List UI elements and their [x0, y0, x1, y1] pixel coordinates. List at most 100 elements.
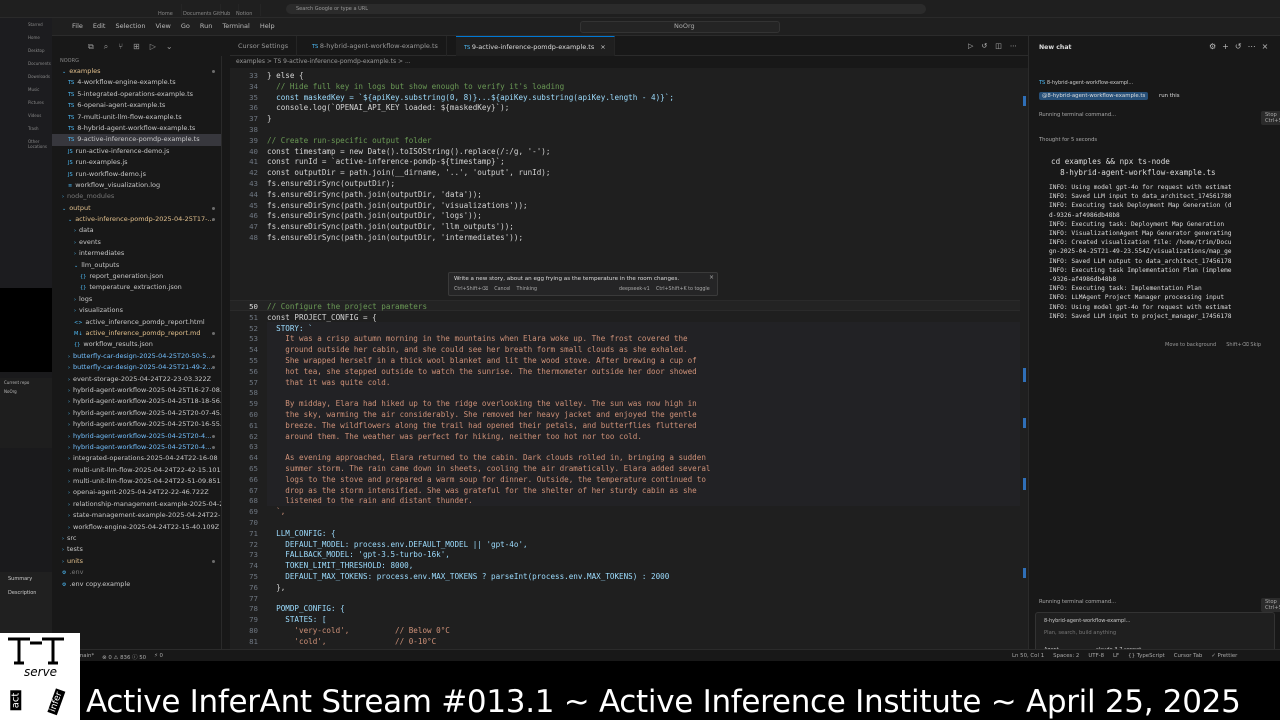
encoding[interactable]: UTF-8: [1088, 653, 1104, 659]
code-line[interactable]: DEFAULT_MODEL: process.env.DEFAULT_MODEL…: [267, 540, 527, 549]
line-number[interactable]: 75: [230, 572, 258, 581]
line-number[interactable]: 53: [230, 334, 258, 343]
tree-item[interactable]: › hybrid-agent-workflow-2025-04-25T20-4..…: [52, 431, 221, 442]
line-number[interactable]: 63: [230, 442, 258, 451]
browser-url-bar[interactable]: Search Google or type a URL: [286, 4, 926, 14]
cursor-position[interactable]: Ln 50, Col 1: [1012, 653, 1044, 659]
tree-item[interactable]: › events: [52, 237, 221, 248]
line-number[interactable]: 70: [230, 518, 258, 527]
line-number[interactable]: 33: [230, 71, 258, 80]
code-line[interactable]: fs.ensureDirSync(path.join(outputDir, 'l…: [267, 222, 514, 231]
tab-hybrid-agent[interactable]: TS 8-hybrid-agent-workflow-example.ts: [304, 36, 447, 56]
line-number[interactable]: 64: [230, 453, 258, 462]
line-number[interactable]: 38: [230, 125, 258, 134]
code-line[interactable]: By midday, Elara had hiked up to the rid…: [267, 399, 696, 408]
code-line[interactable]: ground outside her cabin, and she could …: [267, 345, 687, 354]
history-icon[interactable]: ↺: [981, 42, 987, 50]
search-icon[interactable]: ⌕: [104, 42, 108, 56]
model-selector[interactable]: deepseek-v1: [619, 287, 650, 292]
tree-item[interactable]: TS 6-openai-agent-example.ts: [52, 100, 221, 111]
tree-item[interactable]: ⌄ llm_outputs: [52, 260, 221, 271]
move-to-background-button[interactable]: Move to background: [1165, 342, 1216, 348]
fm-item[interactable]: Documents: [0, 57, 52, 70]
tree-item[interactable]: › tests: [52, 544, 221, 555]
code-line[interactable]: POMDP_CONFIG: {: [267, 604, 345, 613]
tree-item[interactable]: TS 5-integrated-operations-example.ts: [52, 89, 221, 100]
fm-item[interactable]: Home: [0, 31, 52, 44]
tree-item[interactable]: › hybrid-agent-workflow-2025-04-25T18-18-…: [52, 396, 221, 407]
line-number[interactable]: 72: [230, 540, 258, 549]
tree-item[interactable]: › src: [52, 533, 221, 544]
tab-cursor-settings[interactable]: Cursor Settings: [230, 36, 298, 56]
line-number[interactable]: 81: [230, 637, 258, 646]
code-line[interactable]: const timestamp = new Date().toISOString…: [267, 147, 550, 156]
line-number[interactable]: 58: [230, 388, 258, 397]
tree-item[interactable]: JS run-active-inference-demo.js: [52, 146, 221, 157]
tree-item[interactable]: › visualizations: [52, 305, 221, 316]
tree-item[interactable]: <> active_inference_pomdp_report.html: [52, 317, 221, 328]
context-file[interactable]: TS 8-hybrid-agent-workflow-exampl...: [1039, 80, 1133, 86]
code-line[interactable]: that it was quite cold.: [267, 378, 390, 387]
line-number[interactable]: 67: [230, 486, 258, 495]
menu-selection[interactable]: Selection: [115, 22, 145, 30]
tree-item[interactable]: ⚙ .env: [52, 567, 221, 578]
tree-item[interactable]: ⌄ output: [52, 203, 221, 214]
tree-item[interactable]: {} workflow_results.json: [52, 339, 221, 350]
menu-view[interactable]: View: [155, 22, 170, 30]
line-number[interactable]: 59: [230, 399, 258, 408]
tree-item[interactable]: TS 4-workflow-engine-example.ts: [52, 77, 221, 88]
code-line[interactable]: She wrapped herself in a thick wool blan…: [267, 356, 696, 365]
line-number[interactable]: 61: [230, 421, 258, 430]
line-number[interactable]: 52: [230, 324, 258, 333]
code-line[interactable]: 'cold', // 0-10°C: [267, 637, 436, 646]
tree-item[interactable]: › units: [52, 556, 221, 567]
menu-help[interactable]: Help: [260, 22, 275, 30]
code-line[interactable]: const maskedKey = `${apiKey.substring(0,…: [267, 93, 674, 102]
line-number[interactable]: 74: [230, 561, 258, 570]
code-line[interactable]: // Create run-specific output folder: [267, 136, 432, 145]
code-editor[interactable]: 33} else {34 // Hide full key in logs bu…: [230, 68, 1028, 661]
tree-item[interactable]: {} temperature_extraction.json: [52, 282, 221, 293]
code-line[interactable]: hot tea, she stepped outside to watch th…: [267, 367, 696, 376]
code-line[interactable]: FALLBACK_MODEL: 'gpt-3.5-turbo-16k',: [267, 550, 450, 559]
inline-chat-widget[interactable]: Write a new story, about an egg frying a…: [448, 272, 718, 296]
new-file-icon[interactable]: ⧉: [88, 42, 94, 56]
code-line[interactable]: fs.ensureDirSync(path.join(outputDir, 'd…: [267, 190, 482, 199]
line-ending[interactable]: LF: [1113, 653, 1119, 659]
line-number[interactable]: 54: [230, 345, 258, 354]
line-number[interactable]: 39: [230, 136, 258, 145]
line-number[interactable]: 51: [230, 313, 258, 322]
browser-tab[interactable]: Notion: [228, 4, 262, 17]
tree-item[interactable]: › hybrid-agent-workflow-2025-04-25T20-16-…: [52, 419, 221, 430]
tree-item[interactable]: › relationship-management-example-2025-04…: [52, 499, 221, 510]
close-icon[interactable]: ×: [600, 43, 605, 51]
language-mode[interactable]: {} TypeScript: [1128, 653, 1165, 659]
line-number[interactable]: 55: [230, 356, 258, 365]
code-line[interactable]: fs.ensureDirSync(path.join(outputDir, 'i…: [267, 233, 523, 242]
line-number[interactable]: 44: [230, 190, 258, 199]
code-line[interactable]: listened to the rain and distant thunder…: [267, 496, 472, 505]
code-line[interactable]: fs.ensureDirSync(outputDir);: [267, 179, 395, 188]
ports-indicator[interactable]: ⚡ 0: [154, 653, 163, 661]
code-line[interactable]: drop as the storm intensified. She was g…: [267, 486, 696, 495]
tree-item[interactable]: JS run-workflow-demo.js: [52, 169, 221, 180]
tree-item[interactable]: ⌄ active-inference-pomdp-2025-04-25T17-..…: [52, 214, 221, 225]
code-line[interactable]: const runId = `active-inference-pomdp-${…: [267, 157, 505, 166]
inline-chat-prompt[interactable]: Write a new story, about an egg frying a…: [454, 276, 679, 282]
code-line[interactable]: `,: [267, 507, 285, 516]
line-number[interactable]: 46: [230, 211, 258, 220]
gear-icon[interactable]: ⚙: [1209, 42, 1216, 51]
tree-item[interactable]: M↓ active_inference_pomdp_report.md: [52, 328, 221, 339]
fm-item[interactable]: Trash: [0, 122, 52, 135]
problems-indicator[interactable]: ⊗ 0 ⚠ 836 ⓘ 50: [102, 653, 146, 661]
cancel-button[interactable]: Cancel: [494, 287, 510, 292]
tree-item[interactable]: › event-storage-2025-04-24T22-23-03.322Z: [52, 374, 221, 385]
history-icon[interactable]: ↺: [1235, 42, 1242, 51]
branch-indicator[interactable]: main*: [78, 653, 94, 661]
tree-item[interactable]: › intermediates: [52, 248, 221, 259]
line-number[interactable]: 76: [230, 583, 258, 592]
tree-item[interactable]: ≡ workflow_visualization.log: [52, 180, 221, 191]
tree-item[interactable]: › openai-agent-2025-04-24T22-22-46.722Z: [52, 487, 221, 498]
input-context-file[interactable]: 8-hybrid-agent-workflow-exampl...: [1044, 618, 1130, 624]
line-number[interactable]: 66: [230, 475, 258, 484]
